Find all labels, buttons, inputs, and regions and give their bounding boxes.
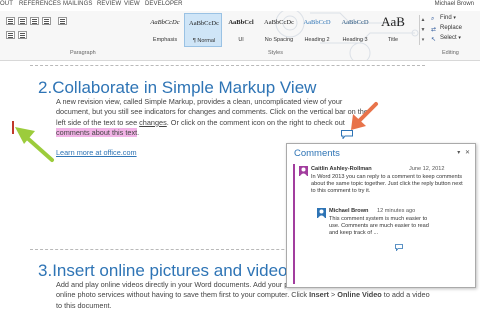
chevron-up-icon[interactable]: ▲: [420, 15, 426, 25]
change-indicator-bar[interactable]: [12, 121, 14, 134]
section-3-heading: 3.Insert online pictures and video: [38, 261, 288, 281]
style-normal[interactable]: AaBbCcDc ¶ Normal: [184, 13, 222, 47]
section-divider: [30, 65, 425, 66]
section-2-heading: 2.Collaborate in Simple Markup View: [38, 78, 316, 98]
align-right-button[interactable]: [30, 17, 39, 25]
style-heading-2[interactable]: AaBbCcD Heading 2: [298, 13, 336, 47]
comment-thread: Caitlin Ashley-Rollman June 12, 2012 In …: [293, 164, 471, 284]
section-title: Collaborate in Simple Markup View: [52, 78, 317, 97]
section-2-paragraph: A new revision view, called Simple Marku…: [56, 97, 368, 139]
comment-body[interactable]: This comment system is much easier to us…: [329, 216, 429, 238]
style-title[interactable]: AaB Title: [374, 13, 412, 47]
tab-mailings[interactable]: MAILINGS: [63, 1, 92, 7]
select-button[interactable]: ↖ Select ▾: [430, 35, 480, 45]
ribbon-tab-bar: OUT REFERENCES MAILINGS REVIEW VIEW DEVE…: [0, 0, 480, 11]
style-name: Heading 2: [304, 37, 330, 43]
paragraph-text: .: [137, 128, 140, 138]
replace-icon: ⇄: [431, 27, 437, 33]
style-sample: AaBbCcDc: [189, 20, 219, 27]
section-title: Insert online pictures and video: [52, 261, 288, 280]
replace-label: Replace: [440, 25, 463, 31]
styles-gallery: AaBbCcDc Emphasis AaBbCcDc ¶ Normal AaBb…: [146, 13, 416, 49]
styles-gallery-scroll[interactable]: ▲ ▼ ▾: [419, 15, 426, 45]
paragraph-text: . Or click on the comment icon on the ri…: [166, 117, 345, 127]
style-sample: AaBbCcD: [303, 19, 331, 26]
style-name: Heading 3: [342, 37, 368, 43]
style-sample: AaBbCcDc: [264, 19, 294, 26]
section-number: 2.: [38, 78, 53, 97]
tracked-change-text[interactable]: changes: [139, 118, 167, 127]
chevron-down-icon: ▾: [453, 15, 456, 21]
pane-options-icon[interactable]: ▾: [457, 150, 460, 156]
avatar: [317, 208, 326, 218]
borders-button[interactable]: [18, 31, 27, 39]
chevron-down-icon[interactable]: ▼: [420, 25, 426, 35]
ribbon: Paragraph AaBbCcDc Emphasis AaBbCcDc ¶ N…: [0, 11, 480, 61]
tab-references[interactable]: REFERENCES: [19, 1, 61, 7]
close-icon[interactable]: ✕: [465, 150, 470, 156]
tab-view[interactable]: VIEW: [124, 1, 140, 7]
tab-layout[interactable]: OUT: [0, 1, 13, 7]
reply-icon[interactable]: [395, 244, 403, 251]
comment-date: 12 minutes ago: [377, 208, 416, 214]
comment-date: June 12, 2012: [409, 166, 445, 172]
chevron-down-icon: ▾: [458, 35, 461, 41]
replace-button[interactable]: ⇄ Replace: [430, 25, 480, 35]
justify-button[interactable]: [42, 17, 51, 25]
pane-controls: ▾ ✕: [454, 149, 470, 156]
style-ul[interactable]: AaBbCcl Ul: [222, 13, 260, 47]
find-button[interactable]: ⌕ Find ▾: [430, 15, 480, 25]
section-number: 3.: [38, 261, 53, 280]
line-spacing-button[interactable]: [58, 17, 67, 25]
style-name: ¶ Normal: [192, 38, 216, 44]
comments-pane-title: Comments: [294, 148, 340, 159]
style-sample: AaBbCcDc: [150, 19, 180, 26]
avatar: [299, 166, 308, 176]
cursor-icon: ↖: [431, 37, 437, 43]
editing-group: ⌕ Find ▾ ⇄ Replace ↖ Select ▾: [430, 15, 480, 45]
style-sample: AaB: [381, 14, 405, 29]
comment-body[interactable]: In Word 2013 you can reply to a comment …: [311, 174, 463, 196]
align-center-button[interactable]: [18, 17, 27, 25]
tab-developer[interactable]: DEVELOPER: [145, 1, 183, 7]
style-name: Title: [387, 37, 399, 43]
tab-review[interactable]: REVIEW: [97, 1, 121, 7]
paragraph-group-label: Paragraph: [70, 50, 96, 56]
style-name: No Spacing: [264, 37, 294, 43]
style-name: Ul: [238, 37, 244, 43]
editing-group-label: Editing: [442, 50, 459, 56]
style-sample: AaBbCcD: [341, 19, 369, 26]
comments-pane: Comments ▾ ✕ Caitlin Ashley-Rollman June…: [286, 143, 476, 288]
more-styles-icon[interactable]: ▾: [420, 35, 426, 45]
bold-command-text: Insert: [309, 290, 329, 300]
shading-button[interactable]: [6, 31, 15, 39]
search-icon: ⌕: [431, 16, 435, 22]
bold-command-text: Online Video: [337, 290, 382, 300]
style-no-spacing[interactable]: AaBbCcDc No Spacing: [260, 13, 298, 47]
styles-group-label: Styles: [268, 50, 283, 56]
comment-author: Michael Brown: [329, 208, 369, 214]
comment-balloon-icon[interactable]: [341, 130, 353, 139]
select-label: Select: [440, 35, 457, 41]
align-left-button[interactable]: [6, 17, 15, 25]
style-emphasis[interactable]: AaBbCcDc Emphasis: [146, 13, 184, 47]
find-label: Find: [440, 15, 452, 21]
style-sample: AaBbCcl: [228, 19, 254, 26]
style-heading-3[interactable]: AaBbCcD Heading 3: [336, 13, 374, 47]
comment-author: Caitlin Ashley-Rollman: [311, 166, 372, 172]
commented-text-highlight[interactable]: comments about this text: [56, 128, 138, 138]
learn-more-link[interactable]: Learn more at office.com: [56, 148, 137, 157]
style-name: Emphasis: [152, 37, 178, 43]
user-name[interactable]: Michael Brown: [435, 1, 474, 7]
